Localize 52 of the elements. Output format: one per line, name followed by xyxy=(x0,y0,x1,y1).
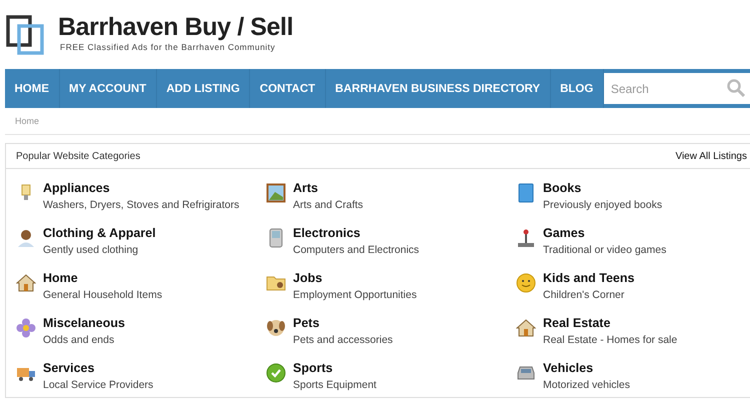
smiley-face-icon xyxy=(516,273,536,293)
category-description: Children's Corner xyxy=(543,289,626,301)
category-description: Washers, Dryers, Stoves and Refrigirators xyxy=(43,199,240,211)
category-description: Traditional or video games xyxy=(543,244,666,256)
category-link[interactable]: Clothing & Apparel xyxy=(43,226,156,240)
person-icon xyxy=(16,228,36,248)
nav-link[interactable]: ADD LISTING xyxy=(156,69,250,108)
category-link[interactable]: Sports xyxy=(293,361,376,375)
house-icon xyxy=(16,273,36,293)
search-field[interactable]: Search xyxy=(604,73,750,104)
book-icon xyxy=(516,183,536,203)
category-description: Gently used clothing xyxy=(43,244,140,256)
category-link[interactable]: Books xyxy=(543,181,662,195)
category-description: Pets and accessories xyxy=(293,334,393,346)
nav-link[interactable]: MY ACCOUNT xyxy=(60,69,157,108)
category-link[interactable]: Games xyxy=(543,226,666,240)
category-description: Local Service Providers xyxy=(43,379,154,391)
category-description: Odds and ends xyxy=(43,334,116,346)
category-link[interactable]: Pets xyxy=(293,316,393,330)
category-description: Computers and Electronics xyxy=(293,244,420,256)
nav-link[interactable]: BARRHAVEN BUSINESS DIRECTORY xyxy=(326,69,551,108)
joystick-icon xyxy=(516,228,536,248)
search-icon[interactable] xyxy=(727,79,745,97)
dog-face-icon xyxy=(266,318,286,338)
category-link[interactable]: Home xyxy=(43,271,162,285)
category-link[interactable]: Appliances xyxy=(43,181,240,195)
category-link[interactable]: Kids and Teens xyxy=(543,271,634,285)
category-link[interactable]: Miscelaneous xyxy=(43,316,125,330)
category-description: General Household Items xyxy=(43,289,162,301)
logo-icon xyxy=(6,14,44,54)
nav-link[interactable]: HOME xyxy=(5,69,60,108)
view-all-link[interactable]: View All Listings xyxy=(675,150,747,162)
checkmark-icon xyxy=(266,363,286,383)
category-description: Employment Opportunities xyxy=(293,289,417,301)
framed-picture-icon xyxy=(266,183,286,203)
flower-icon xyxy=(16,318,36,338)
category-description: Sports Equipment xyxy=(293,379,376,391)
category-link[interactable]: Arts xyxy=(293,181,364,195)
category-link[interactable]: Services xyxy=(43,361,154,375)
nav-link[interactable]: CONTACT xyxy=(250,69,326,108)
site-title: Barrhaven Buy / Sell xyxy=(58,12,294,42)
category-description: Real Estate - Homes for sale xyxy=(543,334,678,346)
house-icon xyxy=(516,318,536,338)
category-description: Motorized vehicles xyxy=(543,379,630,391)
category-link[interactable]: Electronics xyxy=(293,226,420,240)
panel-title: Popular Website Categories xyxy=(16,150,140,162)
category-description: Previously enjoyed books xyxy=(543,199,662,211)
category-link[interactable]: Real Estate xyxy=(543,316,678,330)
category-description: Arts and Crafts xyxy=(293,199,364,211)
category-link[interactable]: Vehicles xyxy=(543,361,630,375)
site-tagline: FREE Classified Ads for the Barrhaven Community xyxy=(60,42,276,52)
category-link[interactable]: Jobs xyxy=(293,271,417,285)
